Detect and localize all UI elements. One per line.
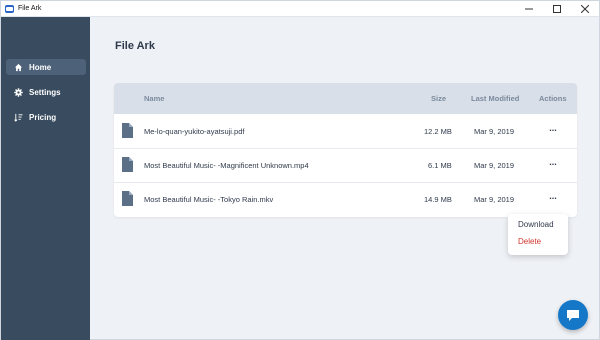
table-row[interactable]: Most Beautiful Music- -Tokyo Rain.mkv 14… bbox=[114, 182, 577, 216]
file-icon bbox=[122, 123, 133, 138]
minimize-button[interactable] bbox=[515, 1, 543, 16]
file-modified: Mar 9, 2019 bbox=[474, 127, 515, 136]
close-icon bbox=[581, 4, 589, 13]
sort-icon bbox=[14, 113, 23, 122]
maximize-icon bbox=[553, 4, 561, 13]
row-actions-button[interactable]: ... bbox=[546, 157, 560, 169]
sidebar-item-label: Settings bbox=[29, 87, 61, 97]
app-window: File Ark Home Settings Pricing File Ark … bbox=[0, 0, 600, 340]
column-header-last-modified[interactable]: Last Modified bbox=[471, 94, 519, 103]
window-title: File Ark bbox=[18, 5, 42, 12]
download-menu-item[interactable]: Download bbox=[518, 220, 554, 229]
row-actions-menu: Download Delete bbox=[508, 214, 568, 255]
row-actions-button[interactable]: ... bbox=[546, 123, 560, 135]
gear-icon bbox=[14, 87, 23, 97]
row-actions-button[interactable]: ... bbox=[546, 191, 560, 203]
sidebar-item-settings[interactable]: Settings bbox=[6, 84, 86, 100]
column-header-size[interactable]: Size bbox=[431, 94, 446, 103]
sidebar-item-pricing[interactable]: Pricing bbox=[6, 109, 86, 125]
file-name: Most Beautiful Music- -Tokyo Rain.mkv bbox=[144, 195, 274, 204]
maximize-button[interactable] bbox=[543, 1, 571, 16]
file-name: Me-lo-quan-yukito-ayatsuji.pdf bbox=[144, 127, 245, 136]
main-content: File Ark Name Size Last Modified Actions… bbox=[90, 17, 600, 340]
sidebar: Home Settings Pricing bbox=[1, 17, 90, 340]
sidebar-item-home[interactable]: Home bbox=[6, 59, 86, 75]
file-size: 6.1 MB bbox=[428, 161, 452, 170]
chat-bubble-icon bbox=[567, 309, 579, 321]
file-icon bbox=[122, 157, 133, 172]
sidebar-item-label: Pricing bbox=[29, 112, 57, 122]
sidebar-item-label: Home bbox=[29, 62, 52, 72]
files-table: Name Size Last Modified Actions Me-lo-qu… bbox=[114, 83, 577, 217]
file-modified: Mar 9, 2019 bbox=[474, 195, 515, 204]
app-logo-icon bbox=[5, 4, 14, 13]
file-size: 12.2 MB bbox=[424, 127, 452, 136]
file-modified: Mar 9, 2019 bbox=[474, 161, 515, 170]
home-icon bbox=[14, 63, 23, 72]
column-header-actions: Actions bbox=[539, 94, 567, 103]
close-button[interactable] bbox=[571, 1, 599, 16]
file-name: Most Beautiful Music- -Magnificent Unkno… bbox=[144, 161, 309, 170]
title-bar: File Ark bbox=[1, 1, 599, 17]
chat-button[interactable] bbox=[558, 300, 588, 330]
table-row[interactable]: Most Beautiful Music- -Magnificent Unkno… bbox=[114, 148, 577, 183]
table-header: Name Size Last Modified Actions bbox=[114, 83, 577, 114]
table-row[interactable]: Me-lo-quan-yukito-ayatsuji.pdf 12.2 MB M… bbox=[114, 114, 577, 149]
file-icon bbox=[122, 191, 133, 206]
minimize-icon bbox=[525, 8, 533, 9]
column-header-name[interactable]: Name bbox=[144, 94, 164, 103]
file-size: 14.9 MB bbox=[424, 195, 452, 204]
window-controls bbox=[515, 1, 599, 16]
delete-menu-item[interactable]: Delete bbox=[518, 237, 541, 246]
page-title: File Ark bbox=[115, 40, 155, 52]
